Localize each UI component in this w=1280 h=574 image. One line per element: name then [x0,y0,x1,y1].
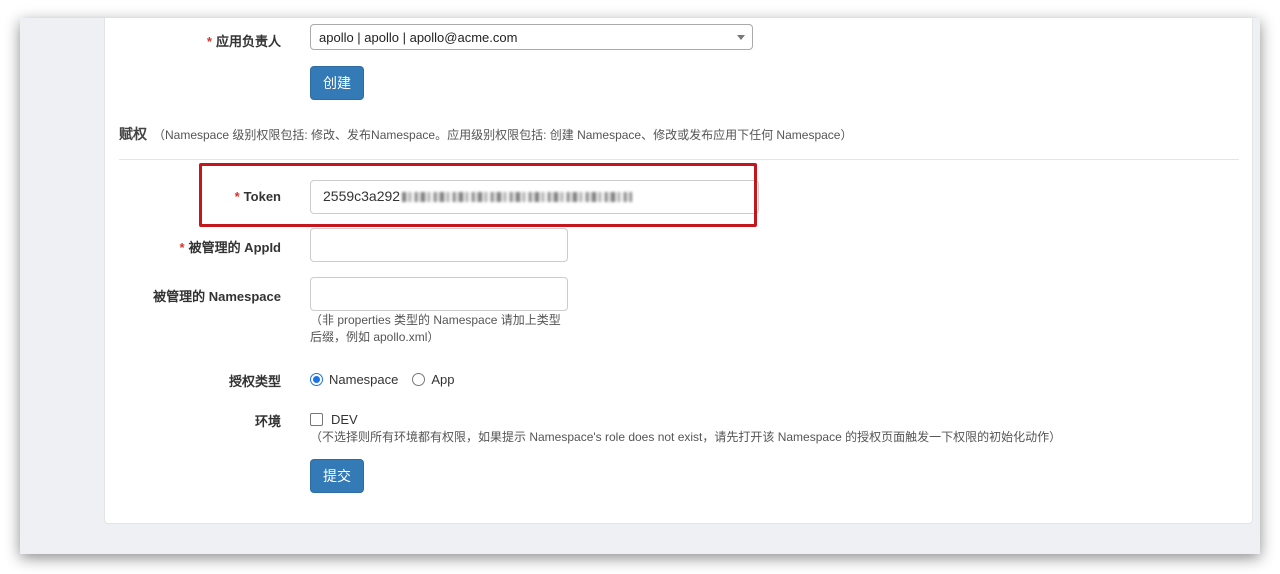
divider [119,159,1239,160]
highlight-box [199,163,757,227]
appid-input[interactable] [310,228,568,262]
type-radio-group: Namespace App [310,372,469,387]
env-dev-checkbox[interactable] [310,413,323,426]
submit-button[interactable]: 提交 [310,459,364,493]
required-mark: * [179,240,185,255]
owner-select-value: apollo | apollo | apollo@acme.com [319,30,518,45]
namespace-label: 被管理的 Namespace [153,289,281,304]
radio-namespace[interactable] [310,373,323,386]
env-hint: （不选择则所有环境都有权限，如果提示 Namespace's role does… [310,430,1062,444]
env-dev-row: DEV [310,412,358,427]
required-mark: * [206,34,212,49]
owner-label: * 应用负责人 [206,34,281,49]
radio-app[interactable] [412,373,426,386]
env-label: 环境 [254,414,281,429]
env-dev-label[interactable]: DEV [331,412,358,427]
form-panel: * 应用负责人 apollo | apollo | apollo@acme.com… [104,18,1253,524]
radio-app-label[interactable]: App [431,372,454,387]
create-button[interactable]: 创建 [310,66,364,100]
type-label: 授权类型 [228,374,281,389]
namespace-hint: （非 properties 类型的 Namespace 请加上类型 后缀，例如 … [310,313,561,344]
chevron-down-icon [737,35,745,40]
section-hint: （Namespace 级别权限包括: 修改、发布Namespace。应用级别权限… [153,128,853,142]
browser-window: * 应用负责人 apollo | apollo | apollo@acme.com… [20,18,1260,554]
namespace-input[interactable] [310,277,568,311]
appid-label: * 被管理的 AppId [179,240,282,255]
owner-select[interactable]: apollo | apollo | apollo@acme.com [310,24,753,50]
section-title: 赋权 [119,126,147,142]
radio-namespace-label[interactable]: Namespace [329,372,398,387]
